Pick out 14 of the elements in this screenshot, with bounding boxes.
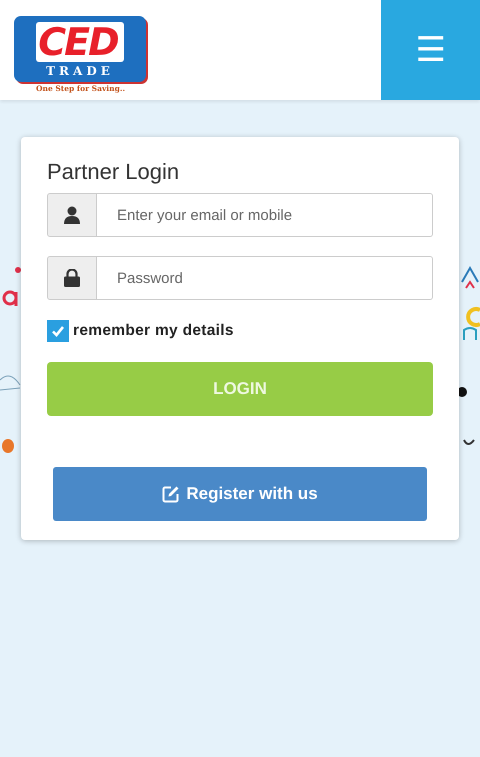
edit-icon <box>162 484 180 503</box>
email-field[interactable]: Enter your email or mobile <box>97 193 433 238</box>
logo-name: TRADE <box>46 64 114 76</box>
login-button[interactable]: LOGIN <box>47 362 433 416</box>
remember-checkbox[interactable] <box>47 320 69 342</box>
logo-mark: CED <box>36 22 124 62</box>
menu-button[interactable]: ☰ <box>381 0 480 100</box>
user-icon <box>63 206 81 224</box>
lock-icon <box>64 269 80 288</box>
check-icon <box>51 324 65 338</box>
remember-label: remember my details <box>73 321 234 342</box>
password-field[interactable]: Password <box>97 256 433 300</box>
register-button[interactable]: Register with us <box>53 466 427 521</box>
login-title: Partner Login <box>47 159 180 186</box>
